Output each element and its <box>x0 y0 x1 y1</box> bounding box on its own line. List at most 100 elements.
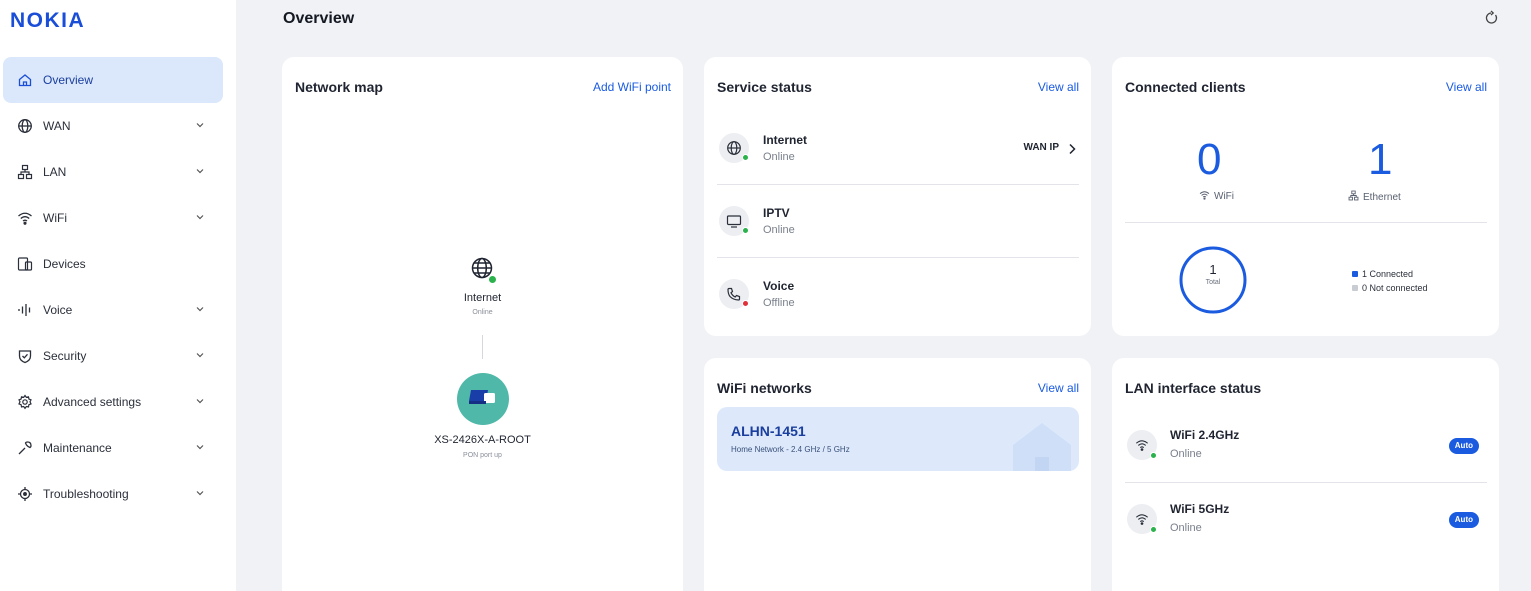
target-icon <box>16 485 34 503</box>
service-view-all-link[interactable]: View all <box>1038 80 1079 94</box>
wifi-network-item[interactable]: ALHN-1451 Home Network - 2.4 GHz / 5 GHz <box>717 407 1079 471</box>
ethernet-client-count[interactable]: 1 <box>1368 135 1392 185</box>
chevron-down-icon <box>195 396 205 406</box>
sidebar-item-advanced-settings[interactable]: Advanced settings <box>3 379 223 425</box>
lan-interface-name: WiFi 5GHz <box>1170 502 1230 516</box>
internet-online-dot <box>488 275 497 284</box>
wifi-network-description: Home Network - 2.4 GHz / 5 GHz <box>731 445 850 454</box>
lan-status-title: LAN interface status <box>1125 380 1262 396</box>
connected-clients-title: Connected clients <box>1125 79 1246 95</box>
sidebar-item-label: WAN <box>43 119 71 133</box>
sidebar-item-troubleshooting[interactable]: Troubleshooting <box>3 471 223 517</box>
legend-not-connected: 0 Not connected <box>1352 283 1428 293</box>
router-node-label: XS-2426X-A-ROOT <box>434 434 531 446</box>
sidebar-item-label: Troubleshooting <box>43 487 129 501</box>
chevron-down-icon <box>195 350 205 360</box>
lan-row-wifi-5[interactable]: WiFi 5GHz Online Auto <box>1125 482 1487 554</box>
auto-badge: Auto <box>1448 512 1479 528</box>
legend-connected: 1 Connected <box>1352 269 1413 279</box>
router-node[interactable] <box>457 373 509 425</box>
divider <box>717 184 1079 185</box>
sidebar-item-overview[interactable]: Overview <box>3 57 223 103</box>
divider <box>717 257 1079 258</box>
sidebar-item-devices[interactable]: Devices <box>3 241 223 287</box>
sidebar-item-security[interactable]: Security <box>3 333 223 379</box>
auto-badge: Auto <box>1448 438 1479 454</box>
legend-label: 0 Not connected <box>1362 283 1428 293</box>
service-row-internet[interactable]: Internet Online WAN IP <box>717 113 1079 185</box>
ethernet-icon <box>1348 190 1359 204</box>
svg-text:NOKIA: NOKIA <box>10 9 85 30</box>
legend-label: 1 Connected <box>1362 269 1414 279</box>
sidebar-nav: Overview WAN LAN WiFi Devices Voice Secu… <box>3 57 223 517</box>
service-name: Internet <box>763 133 808 147</box>
service-status-text: Online <box>763 224 795 236</box>
clients-view-all-link[interactable]: View all <box>1446 80 1487 94</box>
sidebar-item-label: WiFi <box>43 211 67 225</box>
sidebar-item-wifi[interactable]: WiFi <box>3 195 223 241</box>
sidebar-item-lan[interactable]: LAN <box>3 149 223 195</box>
online-status-dot <box>742 154 749 161</box>
wan-ip-link[interactable]: WAN IP <box>1023 142 1059 153</box>
sidebar-item-label: LAN <box>43 165 67 179</box>
service-name: Voice <box>763 279 795 293</box>
lan-interface-status: Online <box>1170 448 1202 460</box>
sidebar-item-label: Advanced settings <box>43 395 142 409</box>
online-status-dot <box>1150 452 1157 459</box>
chevron-down-icon <box>195 304 205 314</box>
wifi-networks-card: WiFi networks View all ALHN-1451 Home Ne… <box>704 358 1091 591</box>
service-row-voice[interactable]: Voice Offline <box>717 259 1079 331</box>
shield-icon <box>16 347 34 365</box>
sidebar-item-wan[interactable]: WAN <box>3 103 223 149</box>
add-wifi-point-link[interactable]: Add WiFi point <box>593 80 671 94</box>
wifi-icon <box>16 209 34 227</box>
wifi-client-label: WiFi <box>1199 190 1234 203</box>
sidebar-item-label: Security <box>43 349 87 363</box>
network-map-title: Network map <box>295 79 383 95</box>
globe-icon <box>16 117 34 135</box>
wifi-networks-title: WiFi networks <box>717 380 812 396</box>
divider <box>1125 222 1487 223</box>
connected-clients-card: Connected clients View all 0 WiFi 1 Ethe… <box>1112 57 1499 336</box>
service-status-title: Service status <box>717 79 812 95</box>
sidebar-item-label: Voice <box>43 303 73 317</box>
nokia-logo[interactable]: NOKIA <box>10 8 92 34</box>
sidebar: NOKIA Overview WAN LAN WiFi Devices Voic… <box>0 0 236 591</box>
voice-icon <box>16 301 34 319</box>
online-status-dot <box>1150 526 1157 533</box>
wifi-icon <box>1199 190 1210 203</box>
internet-node-status: Online <box>472 309 493 316</box>
chevron-down-icon <box>195 488 205 498</box>
legend-swatch <box>1352 271 1358 277</box>
refresh-icon[interactable] <box>1483 10 1499 26</box>
total-client-count: 1 <box>1209 262 1217 277</box>
online-status-dot <box>742 227 749 234</box>
sidebar-item-maintenance[interactable]: Maintenance <box>3 425 223 471</box>
lan-interface-status-card: LAN interface status WiFi 2.4GHz Online … <box>1112 358 1499 591</box>
wrench-icon <box>16 439 34 457</box>
service-name: IPTV <box>763 206 790 220</box>
chevron-down-icon <box>195 212 205 222</box>
service-status-text: Online <box>763 151 795 163</box>
chevron-right-icon[interactable] <box>1067 142 1077 155</box>
sidebar-item-voice[interactable]: Voice <box>3 287 223 333</box>
page-title: Overview <box>283 10 355 27</box>
service-row-iptv[interactable]: IPTV Online <box>717 186 1079 258</box>
network-map-card: Network map Add WiFi point Internet Onli… <box>282 57 683 591</box>
router-node-status: PON port up <box>463 452 502 459</box>
devices-icon <box>16 255 34 273</box>
router-icon <box>468 388 498 411</box>
sidebar-item-label: Devices <box>43 257 86 271</box>
sidebar-item-label: Maintenance <box>43 441 112 455</box>
wifi-view-all-link[interactable]: View all <box>1038 381 1079 395</box>
lan-row-wifi-24[interactable]: WiFi 2.4GHz Online Auto <box>1125 408 1487 480</box>
gear-icon <box>16 393 34 411</box>
chevron-down-icon <box>195 120 205 130</box>
wifi-label: WiFi <box>1214 191 1234 202</box>
chevron-down-icon <box>195 442 205 452</box>
service-status-card: Service status View all Internet Online … <box>704 57 1091 336</box>
chevron-down-icon <box>195 166 205 176</box>
ethernet-label: Ethernet <box>1363 191 1401 203</box>
wifi-client-count[interactable]: 0 <box>1197 135 1221 185</box>
internet-node-label: Internet <box>463 292 502 304</box>
